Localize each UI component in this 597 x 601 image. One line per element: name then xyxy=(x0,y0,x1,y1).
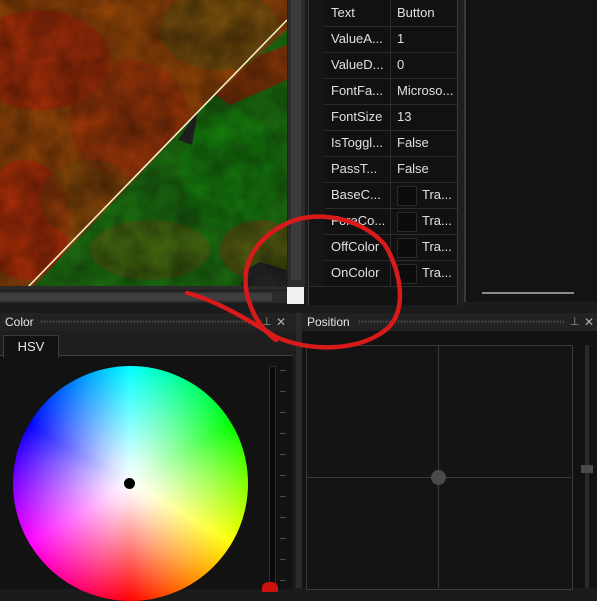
property-name: IsToggl... xyxy=(331,135,384,150)
property-row[interactable]: IsToggl... False xyxy=(309,130,457,157)
row-gutter xyxy=(309,156,325,182)
canvas-vertical-scrollbar[interactable] xyxy=(287,0,305,287)
canvas-horizontal-scrollbar[interactable] xyxy=(0,290,287,303)
property-name: Text xyxy=(331,5,355,20)
drag-grip[interactable] xyxy=(40,320,252,324)
row-gutter xyxy=(309,104,325,130)
color-panel-header: Color ⊥ ✕ xyxy=(0,313,296,331)
property-name: OnColor xyxy=(331,265,380,280)
value-slider-track[interactable] xyxy=(269,366,276,590)
column-separator xyxy=(390,26,391,52)
color-swatch[interactable] xyxy=(397,212,417,232)
column-separator xyxy=(390,130,391,156)
property-value[interactable]: Tra... xyxy=(422,208,457,234)
position-pad[interactable] xyxy=(306,345,573,590)
horizontal-scroll-thumb[interactable] xyxy=(482,292,574,294)
column-separator xyxy=(390,52,391,78)
property-value[interactable]: Tra... xyxy=(422,234,457,260)
property-row[interactable]: Text Button xyxy=(309,0,457,27)
value-slider-handle[interactable] xyxy=(262,582,278,592)
column-separator xyxy=(390,104,391,130)
column-separator xyxy=(390,78,391,104)
right-panel xyxy=(464,0,597,302)
scroll-thumb[interactable] xyxy=(291,0,301,280)
close-icon[interactable]: ✕ xyxy=(276,313,286,331)
column-separator xyxy=(390,156,391,182)
row-gutter xyxy=(309,234,325,260)
property-name: ForeCo... xyxy=(331,213,386,228)
column-separator xyxy=(390,182,391,208)
position-panel-header: Position ⊥ ✕ xyxy=(302,313,597,331)
color-swatch[interactable] xyxy=(397,238,417,258)
row-gutter xyxy=(309,0,325,26)
property-value[interactable]: Tra... xyxy=(422,182,457,208)
row-gutter xyxy=(309,52,325,78)
property-row[interactable]: BaseC... Tra... xyxy=(309,182,457,209)
row-gutter xyxy=(309,26,325,52)
property-name: FontFa... xyxy=(331,83,384,98)
column-separator xyxy=(390,260,391,286)
canvas-image xyxy=(0,0,287,290)
property-value[interactable]: Tra... xyxy=(422,260,457,286)
pin-icon[interactable]: ⊥ xyxy=(570,313,580,331)
drag-grip[interactable] xyxy=(358,320,564,324)
color-panel-title: Color xyxy=(5,315,34,329)
property-value[interactable]: 1 xyxy=(397,26,457,52)
position-crosshair-vertical xyxy=(438,345,439,588)
property-value[interactable]: 13 xyxy=(397,104,457,130)
row-gutter xyxy=(309,260,325,286)
value-slider-ticks xyxy=(280,370,286,588)
property-row[interactable]: FontFa... Microso... xyxy=(309,78,457,105)
row-gutter xyxy=(309,78,325,104)
position-z-slider-thumb[interactable] xyxy=(581,465,593,473)
scroll-thumb[interactable] xyxy=(0,293,272,301)
position-panel-title: Position xyxy=(307,315,350,329)
design-canvas[interactable] xyxy=(0,0,287,290)
property-name: BaseC... xyxy=(331,187,381,202)
column-separator xyxy=(390,208,391,234)
property-value[interactable]: Button xyxy=(397,0,457,26)
property-row[interactable]: OffColor Tra... xyxy=(309,234,457,261)
color-wheel-marker[interactable] xyxy=(124,478,135,489)
property-name: OffColor xyxy=(331,239,380,254)
column-separator xyxy=(390,0,391,26)
property-name: ValueA... xyxy=(331,31,383,46)
property-row[interactable]: FontSize 13 xyxy=(309,104,457,131)
property-name: FontSize xyxy=(331,109,383,124)
property-grid: Text Button ValueA... 1 ValueD... 0 FontFa... M… xyxy=(308,0,458,305)
color-swatch[interactable] xyxy=(397,264,417,284)
row-gutter xyxy=(309,130,325,156)
property-row[interactable]: ValueA... 1 xyxy=(309,26,457,53)
position-handle[interactable] xyxy=(431,470,446,485)
property-row[interactable]: PassT... False xyxy=(309,156,457,183)
color-swatch[interactable] xyxy=(397,186,417,206)
property-row[interactable]: OnColor Tra... xyxy=(309,260,457,287)
property-name: ValueD... xyxy=(331,57,384,72)
property-row[interactable]: ForeCo... Tra... xyxy=(309,208,457,235)
tab-hsv[interactable]: HSV xyxy=(3,335,59,358)
property-value[interactable]: 0 xyxy=(397,52,457,78)
row-gutter xyxy=(309,182,325,208)
scroll-corner xyxy=(287,287,304,304)
row-gutter xyxy=(309,208,325,234)
column-separator xyxy=(390,234,391,260)
property-value[interactable]: False xyxy=(397,156,457,182)
property-value[interactable]: Microso... xyxy=(397,78,457,104)
property-value[interactable]: False xyxy=(397,130,457,156)
property-name: PassT... xyxy=(331,161,378,176)
close-icon[interactable]: ✕ xyxy=(584,313,594,331)
property-row[interactable]: ValueD... 0 xyxy=(309,52,457,79)
pin-icon[interactable]: ⊥ xyxy=(262,313,272,331)
